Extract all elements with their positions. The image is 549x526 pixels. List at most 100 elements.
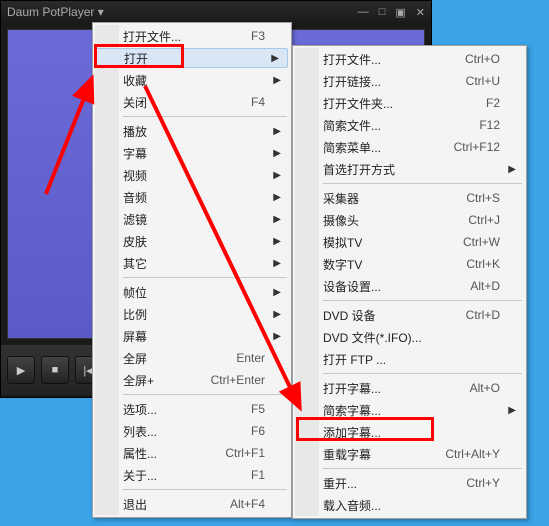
menu-item[interactable]: 添加字幕... [295,421,524,443]
menu-item-label: DVD 设备 [323,307,454,324]
menu-item-shortcut: F3 [251,29,265,43]
menu-item[interactable]: DVD 文件(*.IFO)... [295,326,524,348]
menu-item[interactable]: 列表...F6 [95,420,289,442]
menu-item[interactable]: 简索菜单...Ctrl+F12 [295,136,524,158]
menu-separator [123,489,287,490]
compact-icon[interactable]: ▣ [395,6,405,19]
maximize-icon[interactable]: □ [379,6,386,19]
menu-item[interactable]: 其它▶ [95,252,289,274]
menu-item[interactable]: 关于...F1 [95,464,289,486]
menu-item-label: 模拟TV [323,234,451,251]
menu-item-shortcut: Ctrl+J [468,213,500,227]
menu-item[interactable]: 滤镜 ▶ [95,208,289,230]
menu-item-label: 重载字幕 [323,446,433,463]
submenu-arrow-icon: ▶ [273,192,281,203]
menu-item[interactable]: 重开... Ctrl+Y [295,472,524,494]
menu-separator [123,116,287,117]
menu-item[interactable]: 简索文件...F12 [295,114,524,136]
submenu-arrow-icon: ▶ [273,287,281,298]
menu-item[interactable]: 视频▶ [95,164,289,186]
menu-item[interactable]: 打开字幕...Alt+O [295,377,524,399]
menu-item[interactable]: 数字TVCtrl+K [295,253,524,275]
menu-separator [323,183,522,184]
menu-item[interactable]: 音频▶ [95,186,289,208]
app-title: Daum PotPlayer ▾ [7,5,358,19]
menu-separator [123,394,287,395]
context-menu-open: 打开文件... Ctrl+O 打开链接... Ctrl+U 打开文件夹... F2 简索文件… [292,45,527,519]
menu-item[interactable]: 皮肤▶ [95,230,289,252]
menu-item-shortcut: F2 [486,96,500,110]
menu-item[interactable]: 打开文件夹... F2 [295,92,524,114]
menu-item[interactable]: 模拟TVCtrl+W [295,231,524,253]
menu-item-label: 载入音频... [323,497,500,514]
menu-item-shortcut: Ctrl+Enter [211,373,265,387]
window-controls: — □ ▣ ✕ [358,6,425,19]
menu-item[interactable]: 设备设置...Alt+D [295,275,524,297]
menu-item[interactable]: 关闭F4 [95,91,289,113]
menu-item-shortcut: Ctrl+S [466,191,500,205]
menu-item-label: 全屏 [123,350,224,367]
submenu-arrow-icon: ▶ [273,75,281,86]
minimize-icon[interactable]: — [358,6,369,19]
menu-item[interactable]: 帧位 ▶ [95,281,289,303]
menu-item-label: 关闭 [123,94,239,111]
submenu-arrow-icon: ▶ [273,214,281,225]
menu-item[interactable]: 选项...F5 [95,398,289,420]
close-icon[interactable]: ✕ [416,6,425,19]
menu-item-shortcut: Ctrl+Alt+Y [445,447,500,461]
menu-item-label: 简索字幕... [323,402,500,419]
submenu-arrow-icon: ▶ [508,164,516,175]
menu-item[interactable]: 载入音频... [295,494,524,516]
menu-item[interactable]: 字幕▶ [95,142,289,164]
menu-item[interactable]: 收藏▶ [95,69,289,91]
menu-item-shortcut: Alt+O [470,381,500,395]
menu-item[interactable]: 打开▶ [96,48,288,68]
menu-item[interactable]: 首选打开方式 ▶ [295,158,524,180]
menu-item[interactable]: 属性... Ctrl+F1 [95,442,289,464]
menu-item-label: 打开文件夹... [323,95,474,112]
menu-item[interactable]: 打开 FTP ... [295,348,524,370]
menu-item[interactable]: 全屏Enter [95,347,289,369]
menu-item-label: 打开文件... [323,51,453,68]
menu-item[interactable]: 打开文件... F3 [95,25,289,47]
menu-item-label: 退出 [123,496,218,513]
menu-item-label: 属性... [123,445,213,462]
stop-button[interactable]: ■ [41,356,69,384]
menu-item[interactable]: DVD 设备Ctrl+D [295,304,524,326]
menu-item-label: 摄像头 [323,212,456,229]
menu-item[interactable]: 简索字幕...▶ [295,399,524,421]
submenu-arrow-icon: ▶ [273,148,281,159]
menu-item-label: 播放 [123,123,265,140]
menu-item-label: 添加字幕... [323,424,500,441]
menu-item-label: 首选打开方式 [323,161,500,178]
menu-item-label: 打开链接... [323,73,454,90]
menu-item-label: 列表... [123,423,239,440]
menu-item-label: 简索菜单... [323,139,442,156]
menu-item-label: 重开... [323,475,454,492]
menu-item-label: 打开文件... [123,28,239,45]
menu-item[interactable]: 全屏+ Ctrl+Enter [95,369,289,391]
menu-item[interactable]: 屏幕▶ [95,325,289,347]
menu-item[interactable]: 采集器Ctrl+S [295,187,524,209]
menu-item-shortcut: Ctrl+O [465,52,500,66]
menu-item-label: 简索文件... [323,117,467,134]
menu-item[interactable]: 比例▶ [95,303,289,325]
menu-separator [323,300,522,301]
menu-item-label: 选项... [123,401,239,418]
menu-separator [323,373,522,374]
menu-item[interactable]: 播放▶ [95,120,289,142]
menu-item-shortcut: Alt+F4 [230,497,265,511]
menu-item[interactable]: 退出 Alt+F4 [95,493,289,515]
menu-item-shortcut: Ctrl+F1 [225,446,265,460]
menu-item[interactable]: 摄像头 Ctrl+J [295,209,524,231]
menu-item-label: 全屏+ [123,372,199,389]
menu-item-shortcut: Ctrl+U [466,74,500,88]
menu-item[interactable]: 打开链接... Ctrl+U [295,70,524,92]
menu-item-label: 帧位 [123,284,265,301]
menu-item-label: 滤镜 [123,211,265,228]
menu-item-shortcut: Ctrl+Y [466,476,500,490]
play-button[interactable]: ▶ [7,356,35,384]
menu-item[interactable]: 重载字幕 Ctrl+Alt+Y [295,443,524,465]
menu-item[interactable]: 打开文件... Ctrl+O [295,48,524,70]
submenu-arrow-icon: ▶ [271,53,279,64]
